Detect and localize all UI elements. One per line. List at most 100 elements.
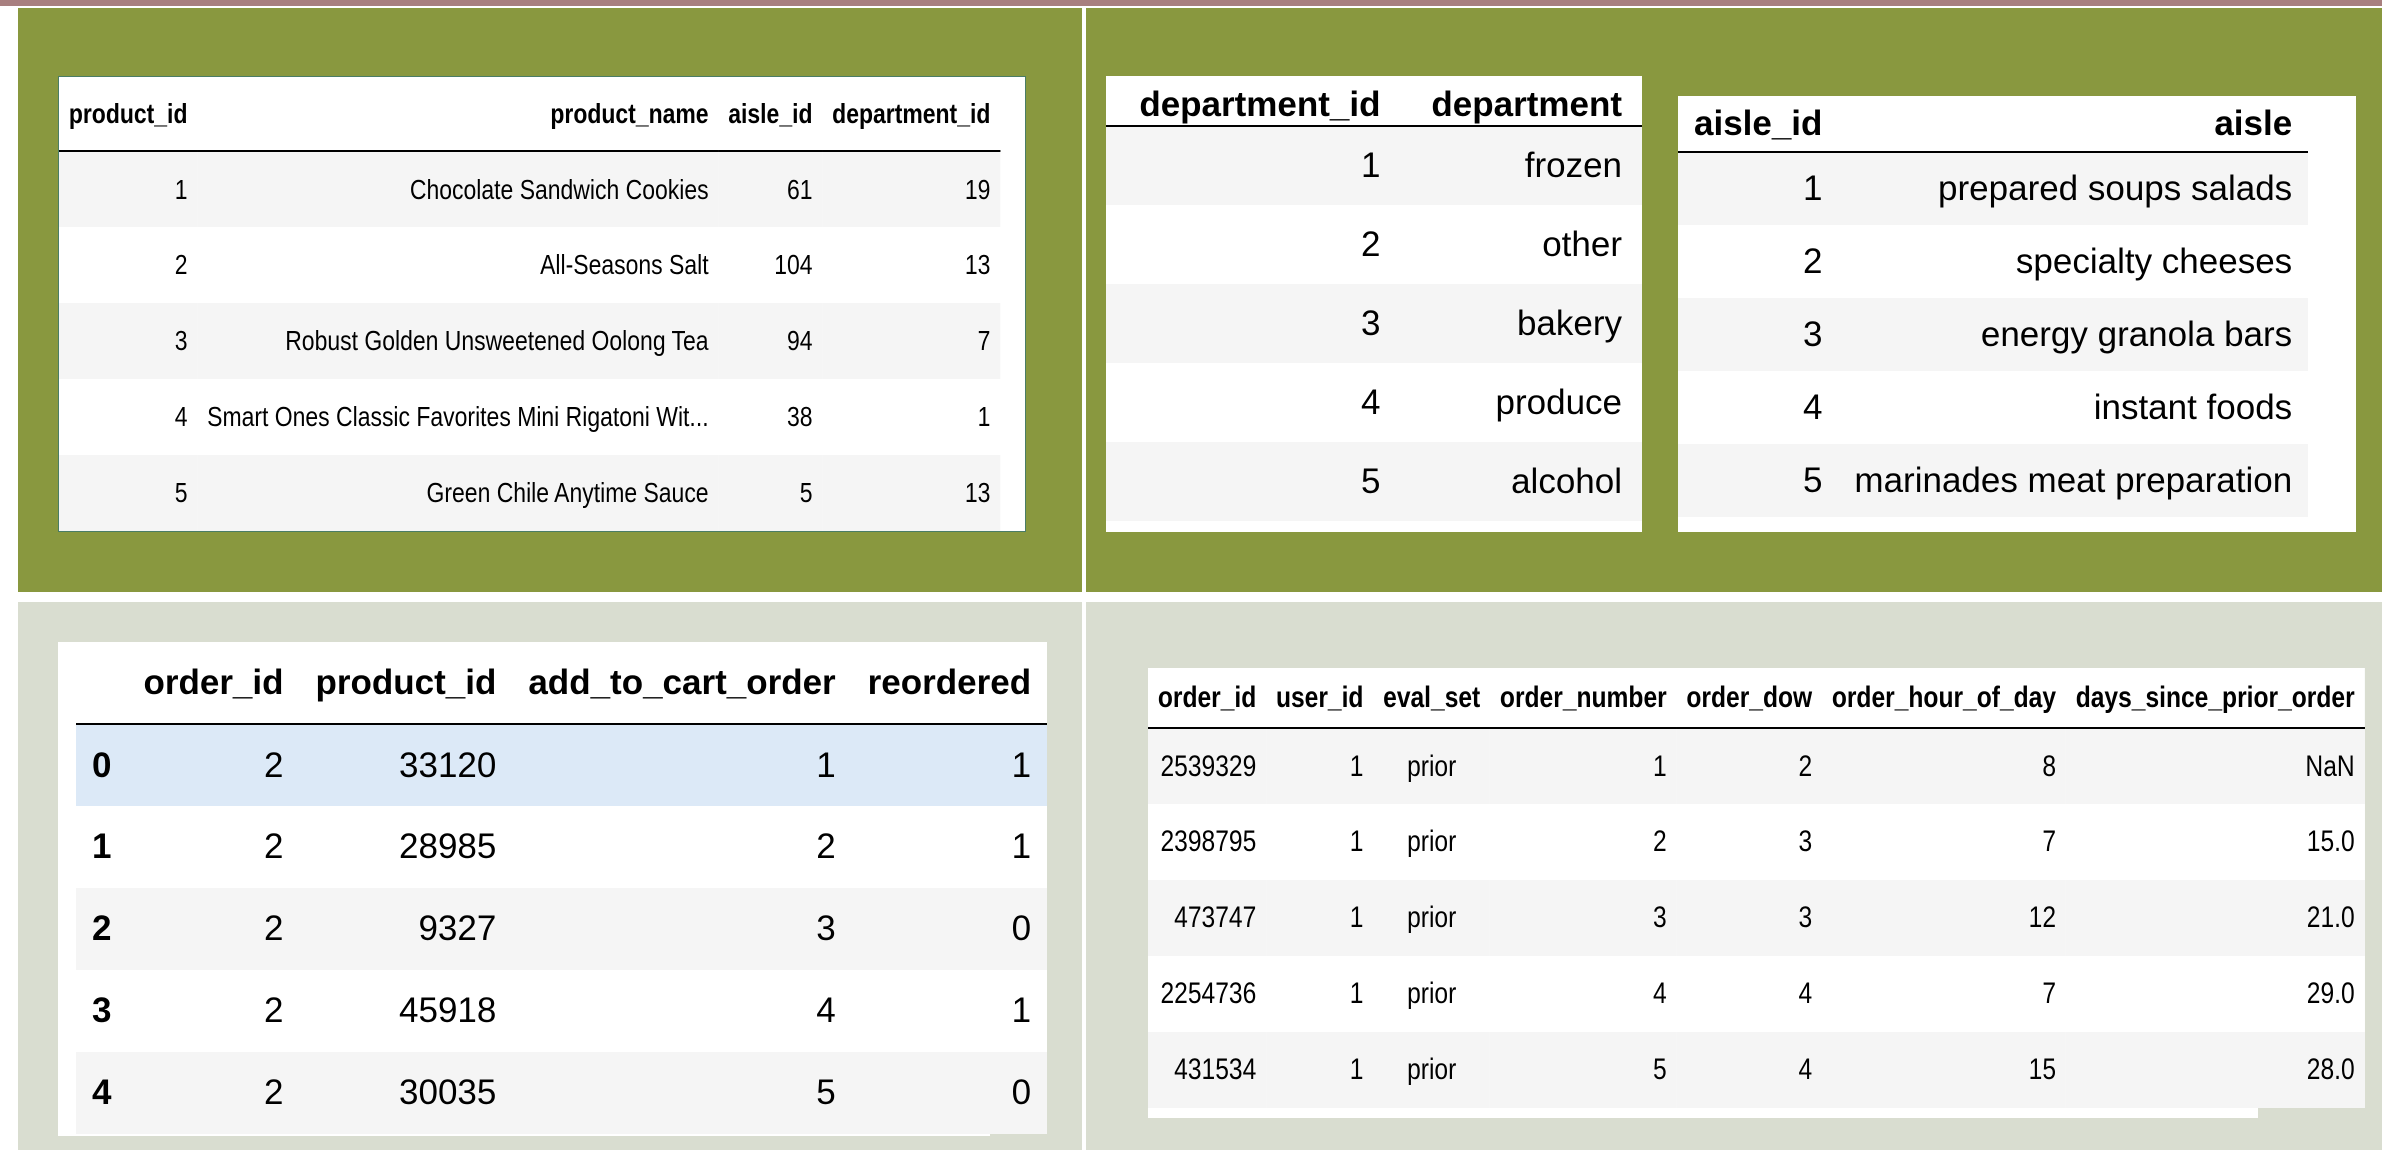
table-row: 2254736 1 prior 4 4 7 29.0 <box>1148 956 2365 1032</box>
table-row-highlighted[interactable]: 0 2 33120 1 1 <box>76 724 1048 806</box>
table-cell: prior <box>1407 977 1457 1010</box>
products-table-container: product_id product_name aisle_id departm… <box>58 76 1026 532</box>
departments-table: department_id department 1 frozen 2 other … <box>1106 76 1642 521</box>
table-cell: 1 <box>977 401 991 432</box>
column-header: order_id <box>1157 680 1257 714</box>
row-index: 4 <box>92 1073 112 1112</box>
table-row: 1 prepared soups salads <box>1678 152 2309 225</box>
orders-table: order_id user_id eval_set order_number o… <box>1148 668 2365 1108</box>
table-cell: Chocolate Sandwich Cookies <box>409 173 709 205</box>
table-cell: 0 <box>1011 909 1032 948</box>
table-cell: 30035 <box>399 1073 497 1112</box>
table-cell: prior <box>1407 901 1457 934</box>
column-header: order_hour_of_day <box>1831 680 2057 714</box>
table-cell: 1 <box>1349 977 1364 1010</box>
table-cell: 1 <box>1011 991 1032 1030</box>
column-header: department_id <box>1139 85 1381 124</box>
table-cell: 2 <box>264 909 284 948</box>
row-index: 3 <box>92 991 112 1030</box>
table-cell: 473747 <box>1174 901 1257 934</box>
table-cell: All-Seasons Salt <box>540 249 709 280</box>
table-cell: 3 <box>1798 825 1813 858</box>
table-cell: alcohol <box>1511 461 1622 501</box>
table-cell: 3 <box>1653 901 1667 934</box>
column-header: reordered <box>867 662 1032 702</box>
table-cell: 8 <box>2042 749 2057 783</box>
table-cell: 9327 <box>418 909 497 948</box>
table-row: 3 energy granola bars <box>1678 298 2309 371</box>
table-cell: 2 <box>1798 749 1813 783</box>
table-cell: 5 <box>174 477 188 508</box>
aisles-table: aisle_id aisle 1 prepared soups salads 2 s… <box>1678 96 2309 517</box>
window-top-border <box>0 0 2382 6</box>
table-cell: 15.0 <box>2306 825 2355 858</box>
table-cell: 1 <box>1011 745 1032 785</box>
table-row: 5 alcohol <box>1106 442 1642 521</box>
table-cell: 1 <box>1361 146 1381 185</box>
table-cell: 104 <box>774 249 813 280</box>
table-cell: 2 <box>264 827 284 866</box>
table-cell: 61 <box>786 173 813 205</box>
table-cell: 1 <box>1349 1053 1364 1086</box>
table-cell: 2 <box>1361 224 1381 264</box>
table-cell: 21.0 <box>2306 901 2355 934</box>
table-cell: produce <box>1495 382 1622 422</box>
table-row[interactable]: 4 2 30035 5 0 <box>76 1052 1048 1134</box>
column-header: aisle_id <box>1694 103 1823 143</box>
table-cell: 1 <box>1349 749 1364 783</box>
table-header-row: aisle_id aisle <box>1678 96 2309 152</box>
column-header: product_id <box>68 97 188 129</box>
table-cell: 7 <box>977 325 991 356</box>
table-cell: 1 <box>174 173 188 205</box>
table-cell: 19 <box>964 173 991 205</box>
column-header: aisle_id <box>728 97 813 129</box>
table-row[interactable]: 1 2 28985 2 1 <box>76 806 1048 888</box>
table-cell: bakery <box>1516 303 1622 343</box>
table-cell: 3 <box>1798 901 1813 934</box>
table-row: 3 bakery <box>1106 284 1642 363</box>
table-cell: 5 <box>1802 460 1823 500</box>
table-cell: 2 <box>264 1073 284 1112</box>
table-cell: 4 <box>1798 1053 1813 1086</box>
table-cell: Robust Golden Unsweetened Oolong Tea <box>285 325 709 356</box>
table-cell: 4 <box>1361 382 1381 422</box>
table-cell: 1 <box>816 745 836 785</box>
table-cell: 2 <box>816 827 836 866</box>
table-cell: 1 <box>1011 827 1032 866</box>
table-cell: 7 <box>2042 825 2057 858</box>
table-cell: prior <box>1407 825 1457 858</box>
column-header: aisle <box>2214 103 2293 143</box>
table-cell: 5 <box>799 477 813 508</box>
table-cell: Smart Ones Classic Favorites Mini Rigato… <box>207 401 709 432</box>
table-cell: 5 <box>1653 1053 1667 1086</box>
table-cell: 2 <box>1802 241 1823 281</box>
table-cell: 3 <box>174 325 188 356</box>
table-header-row: product_id product_name aisle_id departm… <box>59 77 1001 151</box>
table-cell: 33120 <box>399 745 497 785</box>
table-row[interactable]: 2 2 9327 3 0 <box>76 888 1048 970</box>
table-row: 1 Chocolate Sandwich Cookies 61 19 <box>59 151 1001 227</box>
table-cell: instant foods <box>2093 387 2293 427</box>
table-cell: 12 <box>2028 901 2057 934</box>
table-header-row: order_id product_id add_to_cart_order re… <box>76 642 1048 724</box>
table-cell: 2 <box>264 991 284 1030</box>
order-products-table-container: order_id product_id add_to_cart_order re… <box>58 642 1048 1136</box>
order-products-table: order_id product_id add_to_cart_order re… <box>76 642 1048 1134</box>
table-cell: 4 <box>1653 977 1667 1010</box>
column-header: department_id <box>832 97 991 129</box>
table-cell: Green Chile Anytime Sauce <box>426 477 709 508</box>
table-cell: frozen <box>1524 146 1622 185</box>
table-row[interactable]: 3 2 45918 4 1 <box>76 970 1048 1052</box>
table-cell: 3 <box>816 909 836 948</box>
table-row: 4 produce <box>1106 363 1642 442</box>
table-cell: 4 <box>174 401 188 432</box>
table-cell: NaN <box>2305 749 2355 783</box>
departments-table-container: department_id department 1 frozen 2 other … <box>1106 76 1642 532</box>
table-cell: 1 <box>1349 825 1364 858</box>
table-cell: 13 <box>964 477 991 508</box>
column-header: product_id <box>315 662 497 702</box>
column-header: add_to_cart_order <box>528 662 836 702</box>
table-cell: 1 <box>1349 901 1364 934</box>
table-row: 1 frozen <box>1106 126 1642 205</box>
column-header: eval_set <box>1383 680 1481 714</box>
